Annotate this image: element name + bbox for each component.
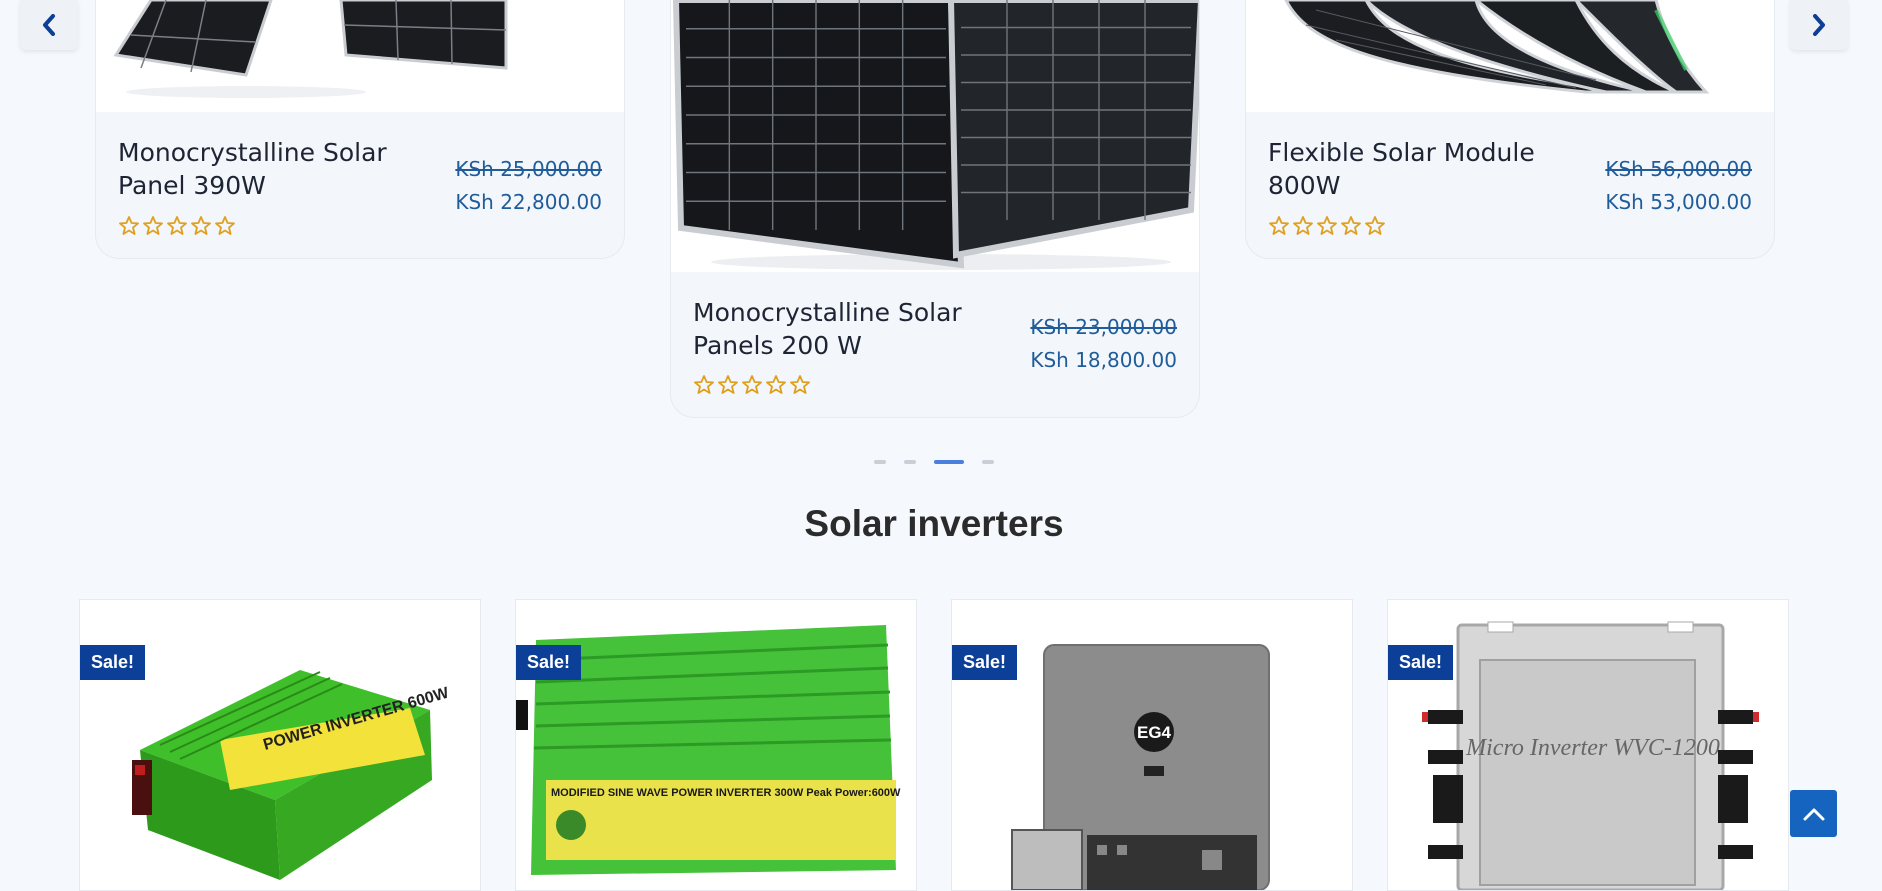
sale-badge: Sale! xyxy=(516,645,582,680)
star-icon xyxy=(1293,216,1313,235)
star-icon xyxy=(1341,216,1361,235)
star-icon xyxy=(1317,216,1337,235)
product-image[interactable] xyxy=(96,0,624,112)
product-title[interactable]: Monocrystalline Solar Panel 390W xyxy=(118,136,418,202)
star-icon xyxy=(742,375,762,394)
star-icon xyxy=(1365,216,1385,235)
star-rating xyxy=(118,215,236,237)
chevron-right-icon xyxy=(1813,14,1825,36)
star-rating xyxy=(693,374,811,396)
solar-panel-image xyxy=(671,0,1199,272)
product-old-price: KSh 23,000.00 xyxy=(1030,315,1177,339)
product-card[interactable]: Monocrystalline Solar Panel 390W KSh 25,… xyxy=(95,0,625,259)
star-icon xyxy=(694,375,714,394)
product-card[interactable]: Micro Inverter WVC-1200 Sale! xyxy=(1387,599,1789,891)
pagination-dot[interactable] xyxy=(874,460,886,464)
pagination-dot[interactable] xyxy=(904,460,916,464)
star-icon xyxy=(167,216,187,235)
star-icon xyxy=(790,375,810,394)
eg4-inverter-image: EG4 xyxy=(1011,644,1270,890)
chevron-left-icon xyxy=(43,14,55,36)
star-icon xyxy=(766,375,786,394)
product-card[interactable]: MODIFIED SINE WAVE POWER INVERTER 300W P… xyxy=(515,599,917,891)
sale-badge: Sale! xyxy=(952,645,1018,680)
chevron-up-icon xyxy=(1803,808,1824,820)
product-title[interactable]: Flexible Solar Module 800W xyxy=(1268,136,1568,202)
product-title[interactable]: Monocrystalline Solar Panels 200 W xyxy=(693,296,993,362)
product-card[interactable]: Monocrystalline Solar Panels 200 W KSh 2… xyxy=(670,0,1200,418)
micro-inverter-image: Micro Inverter WVC-1200 xyxy=(1422,621,1759,890)
product-price: KSh 18,800.00 xyxy=(1030,348,1177,372)
inverter-label-text: MODIFIED SINE WAVE POWER INVERTER 300W P… xyxy=(551,787,901,799)
brand-logo-text: EG4 xyxy=(1137,723,1172,742)
carousel-next-button[interactable] xyxy=(1790,0,1848,50)
star-icon xyxy=(143,216,163,235)
sale-badge: Sale! xyxy=(1388,645,1454,680)
star-icon xyxy=(119,216,139,235)
product-card[interactable]: EG4 Sale! xyxy=(951,599,1353,891)
section-title: Solar inverters xyxy=(804,503,1064,544)
star-icon xyxy=(215,216,235,235)
product-card[interactable]: Flexible Solar Module 800W KSh 56,000.00… xyxy=(1245,0,1775,259)
inverter-label-text: Micro Inverter WVC-1200 xyxy=(1465,735,1720,761)
star-icon xyxy=(1269,216,1289,235)
product-image[interactable] xyxy=(671,0,1199,272)
product-image[interactable] xyxy=(1246,0,1774,112)
product-old-price: KSh 56,000.00 xyxy=(1605,157,1752,181)
product-old-price: KSh 25,000.00 xyxy=(455,157,602,181)
product-price: KSh 22,800.00 xyxy=(455,190,602,214)
solar-panel-image xyxy=(96,0,624,112)
pagination-dot-active[interactable] xyxy=(934,460,964,464)
star-rating xyxy=(1268,215,1386,237)
flexible-solar-panel-image xyxy=(1246,0,1774,112)
power-inverter-image: POWER INVERTER 600W xyxy=(132,670,452,880)
modified-sine-wave-inverter-image: MODIFIED SINE WAVE POWER INVERTER 300W P… xyxy=(516,625,901,875)
star-icon xyxy=(191,216,211,235)
star-icon xyxy=(718,375,738,394)
sale-badge: Sale! xyxy=(80,645,146,680)
product-price: KSh 53,000.00 xyxy=(1605,190,1752,214)
back-to-top-button[interactable] xyxy=(1790,790,1837,837)
carousel-prev-button[interactable] xyxy=(20,0,78,50)
product-card[interactable]: POWER INVERTER 600W Sale! xyxy=(79,599,481,891)
pagination-dot[interactable] xyxy=(982,460,994,464)
